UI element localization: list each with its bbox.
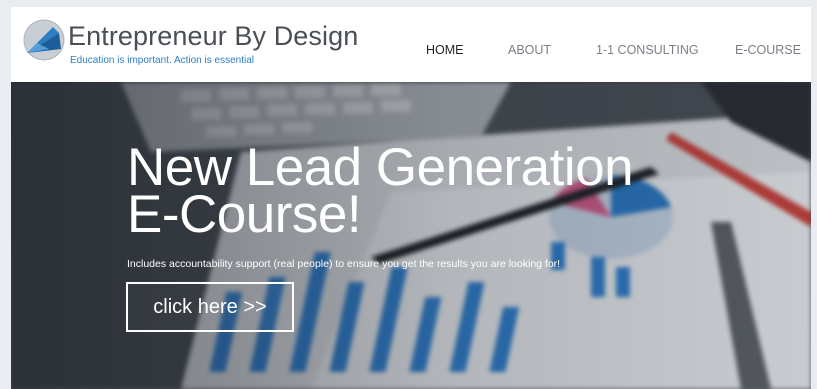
page-frame: Entrepreneur By Design Education is impo… <box>11 7 811 389</box>
nav-item-home[interactable]: HOME <box>426 43 464 57</box>
hero-title-line-1: New Lead Generation <box>127 138 634 197</box>
nav-item-consulting[interactable]: 1-1 CONSULTING <box>596 43 699 57</box>
site-header: Entrepreneur By Design Education is impo… <box>11 7 811 82</box>
hero-title-line-2: E-Course! <box>127 185 362 244</box>
cta-button[interactable]: click here >> <box>126 282 294 332</box>
hero-title: New Lead Generation E-Course! <box>127 138 747 244</box>
nav-item-ecourse[interactable]: E-COURSE <box>735 43 801 57</box>
main-nav: HOME ABOUT 1-1 CONSULTING E-COURSE <box>11 43 811 63</box>
hero-subtitle: Includes accountability support (real pe… <box>127 258 561 270</box>
hero-banner: New Lead Generation E-Course! Includes a… <box>11 82 811 389</box>
nav-item-about[interactable]: ABOUT <box>508 43 551 57</box>
